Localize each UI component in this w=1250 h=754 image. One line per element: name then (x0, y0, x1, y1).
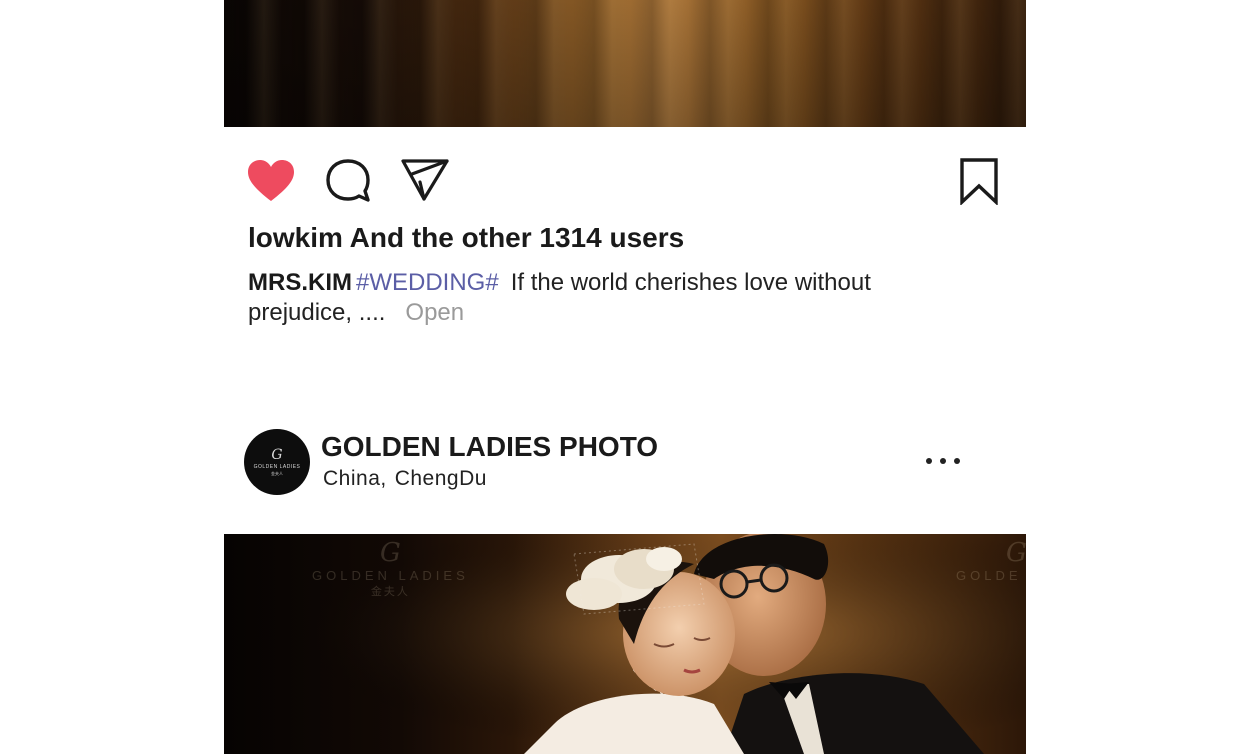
heart-icon[interactable] (246, 157, 296, 205)
photo-watermark: G GOLDEN LADIES 金夫人 (312, 538, 469, 599)
more-dot (940, 458, 946, 464)
post-photo[interactable]: G GOLDEN LADIES 金夫人 G GOLDE (224, 534, 1026, 754)
photo-watermark-partial: G GOLDE (956, 538, 1026, 583)
avatar-wordmark: GOLDEN LADIES (253, 463, 301, 470)
comment-icon[interactable] (325, 158, 371, 204)
caption-author[interactable]: MRS.KIM (248, 269, 352, 296)
watermark-monogram: G (1006, 538, 1026, 568)
watermark-wordmark-cn: 金夫人 (370, 585, 410, 598)
location-city: ChengDu (394, 467, 487, 490)
post-action-bar (246, 155, 998, 205)
watermark-wordmark: GOLDE (956, 568, 1022, 583)
caption-hashtag[interactable]: #WEDDING# (356, 269, 499, 296)
bookmark-icon[interactable] (959, 157, 999, 205)
watermark-wordmark: GOLDEN LADIES (312, 568, 469, 583)
more-options-button[interactable] (926, 450, 960, 472)
avatar-monogram: G (271, 446, 283, 463)
caption-open-link[interactable]: Open (405, 299, 464, 326)
watermark-monogram: G (379, 538, 401, 568)
account-avatar[interactable]: G GOLDEN LADIES 金夫人 (244, 429, 310, 495)
likes-count[interactable]: lowkim And the other 1314 users (248, 222, 684, 254)
more-dot (926, 458, 932, 464)
more-dot (954, 458, 960, 464)
send-icon[interactable] (400, 158, 450, 202)
avatar-wordmark-cn: 金夫人 (271, 470, 283, 476)
location-country: China, (323, 467, 387, 490)
account-name[interactable]: GOLDEN LADIES PHOTO (321, 431, 658, 463)
post-location[interactable]: China, ChengDu (323, 467, 487, 491)
post-caption: MRS.KIM #WEDDING# If the world cherishes l… (248, 268, 968, 328)
previous-post-photo[interactable] (224, 0, 1026, 127)
